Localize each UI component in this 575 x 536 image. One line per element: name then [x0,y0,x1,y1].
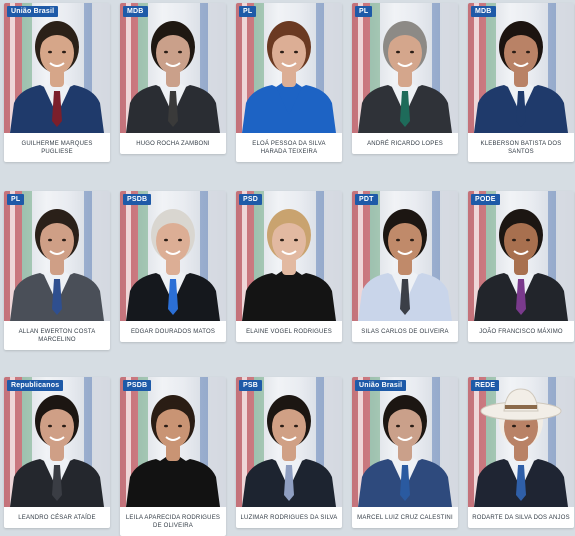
member-photo: PL [236,3,342,133]
member-photo: PSDB [120,377,226,507]
party-badge: PSB [239,380,262,391]
member-photo: PSB [236,377,342,507]
party-badge: PL [7,194,25,205]
member-photo: MDB [120,3,226,133]
member-name[interactable]: André Ricardo Lopes [352,133,458,154]
member-card[interactable]: MDB Hugo Rocha Zamboni [120,3,226,154]
member-photo: União Brasil [4,3,110,133]
portrait [468,3,574,133]
portrait [120,3,226,133]
member-name[interactable]: Allan Ewerton Costa Marcelino [4,321,110,350]
member-name[interactable]: João Francisco Máximo [468,321,574,342]
member-name[interactable]: Eloá Pessoa da Silva Harada Teixeira [236,133,342,162]
member-photo: PL [4,191,110,321]
member-card[interactable]: MDB Kleberson Batista dos Santos [468,3,574,162]
party-badge: PODE [471,194,500,205]
member-card[interactable]: PL André Ricardo Lopes [352,3,458,154]
party-badge: PL [239,6,257,17]
member-name[interactable]: Silas Carlos de Oliveira [352,321,458,342]
member-card[interactable]: REDE Rodarte da Silva dos Anjos [468,377,574,528]
party-badge: MDB [123,6,148,17]
member-card[interactable]: Republicanos Leandro César Ataíde [4,377,110,528]
member-photo: Republicanos [4,377,110,507]
party-badge: PSDB [123,380,152,391]
portrait [4,3,110,133]
member-name[interactable]: Kleberson Batista dos Santos [468,133,574,162]
member-card[interactable]: PSB Luzimar Rodrigues da Silva [236,377,342,528]
portrait [236,377,342,507]
council-members-grid: União Brasil Guilherme Marques Pugliese … [0,0,575,536]
member-card[interactable]: União Brasil Marcel Luiz Cruz Calestini [352,377,458,528]
member-card[interactable]: PSDB Leila Aparecida Rodrigues de Olivei… [120,377,226,536]
party-badge: PDT [355,194,378,205]
member-name[interactable]: Leandro César Ataíde [4,507,110,528]
portrait [468,377,574,507]
member-name[interactable]: Guilherme Marques Pugliese [4,133,110,162]
member-card[interactable]: PDT Silas Carlos de Oliveira [352,191,458,342]
portrait [4,377,110,507]
portrait [236,3,342,133]
member-name[interactable]: Edgar Dourados Matos [120,321,226,342]
party-badge: União Brasil [355,380,407,391]
portrait [120,377,226,507]
member-name[interactable]: Leila Aparecida Rodrigues de Oliveira [120,507,226,536]
portrait [352,191,458,321]
portrait [468,191,574,321]
member-card[interactable]: PL Eloá Pessoa da Silva Harada Teixeira [236,3,342,162]
member-card[interactable]: PSDB Edgar Dourados Matos [120,191,226,342]
member-name[interactable]: Elaine Vogel Rodrigues [236,321,342,342]
party-badge: REDE [471,380,500,391]
member-photo: PODE [468,191,574,321]
member-name[interactable]: Marcel Luiz Cruz Calestini [352,507,458,528]
member-name[interactable]: Rodarte da Silva dos Anjos [468,507,574,528]
portrait [352,3,458,133]
member-photo: PL [352,3,458,133]
member-name[interactable]: Luzimar Rodrigues da Silva [236,507,342,528]
member-card[interactable]: União Brasil Guilherme Marques Pugliese [4,3,110,162]
member-photo: PSDB [120,191,226,321]
portrait [4,191,110,321]
member-card[interactable]: PSD Elaine Vogel Rodrigues [236,191,342,342]
member-card[interactable]: PL Allan Ewerton Costa Marcelino [4,191,110,350]
portrait [236,191,342,321]
party-badge: União Brasil [7,6,59,17]
party-badge: PL [355,6,373,17]
member-photo: REDE [468,377,574,507]
party-badge: Republicanos [7,380,64,391]
party-badge: PSDB [123,194,152,205]
member-photo: PDT [352,191,458,321]
portrait [120,191,226,321]
member-photo: PSD [236,191,342,321]
portrait [352,377,458,507]
member-photo: União Brasil [352,377,458,507]
member-photo: MDB [468,3,574,133]
party-badge: PSD [239,194,262,205]
party-badge: MDB [471,6,496,17]
member-card[interactable]: PODE João Francisco Máximo [468,191,574,342]
member-name[interactable]: Hugo Rocha Zamboni [120,133,226,154]
